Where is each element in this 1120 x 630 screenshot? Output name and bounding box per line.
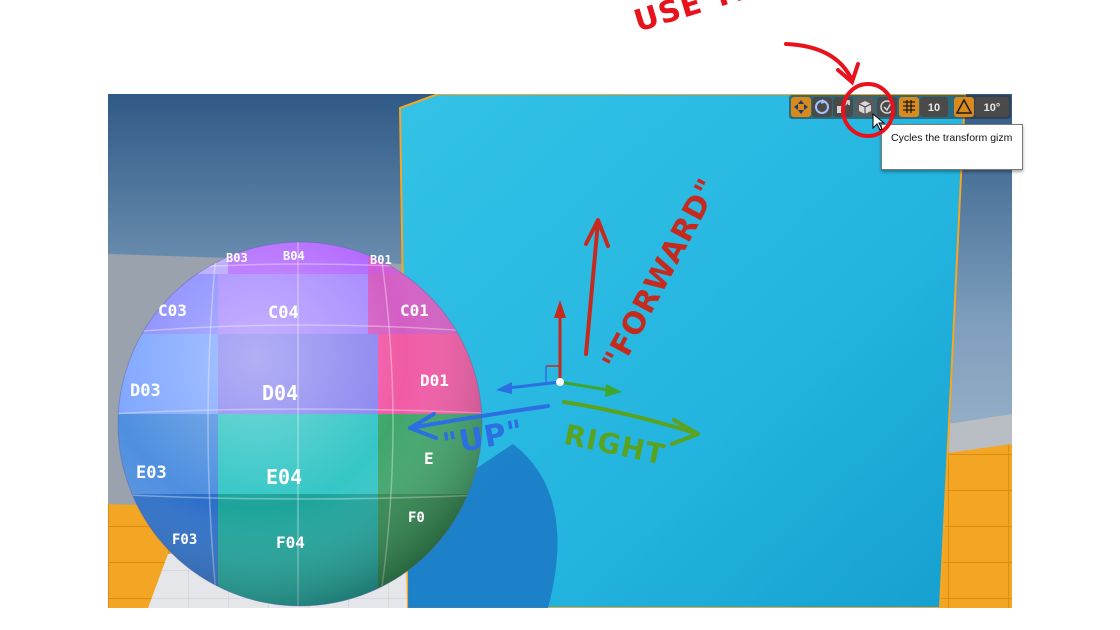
- tile-label-b03: B03: [226, 251, 248, 265]
- tile-label-e01: E: [424, 449, 434, 468]
- viewport-toolbar: 10 10°: [789, 95, 1011, 119]
- grid-snap-toggle[interactable]: [899, 97, 919, 117]
- scale-mode-button[interactable]: [833, 97, 853, 117]
- tile-label-f03: F03: [172, 532, 197, 548]
- tile-label-c01: C01: [400, 301, 429, 320]
- level-viewport[interactable]: B03 B04 B01 C03 C04 C01 D03 D04 D01 E03 …: [108, 94, 1012, 608]
- grid-snap-value-button[interactable]: 10: [920, 97, 948, 117]
- tile-label-c03: C03: [158, 301, 187, 320]
- tooltip-text: Cycles the transform gizm: [891, 132, 1013, 144]
- tile-label-b04: B04: [283, 249, 305, 263]
- rotation-snap-value-button[interactable]: 10°: [975, 97, 1009, 117]
- tile-label-e04: E04: [266, 465, 302, 489]
- gizmo-pivot: [556, 378, 564, 386]
- tile-label-d03: D03: [130, 381, 161, 401]
- grid-snap-value: 10: [928, 102, 940, 114]
- tile-label-e03: E03: [136, 463, 167, 483]
- use-this-arrow: [784, 42, 854, 82]
- tooltip: Cycles the transform gizm: [881, 124, 1023, 170]
- tile-label-d01: D01: [420, 371, 449, 390]
- surface-snapping-button[interactable]: [877, 97, 897, 117]
- translate-mode-button[interactable]: [791, 97, 811, 117]
- tile-label-f01: F0: [408, 510, 425, 526]
- annotation-use-this: USE THIS!: [630, 0, 810, 39]
- rotate-mode-button[interactable]: [812, 97, 832, 117]
- scene-render: B03 B04 B01 C03 C04 C01 D03 D04 D01 E03 …: [108, 94, 1012, 608]
- tile-label-c04: C04: [268, 303, 299, 323]
- tile-label-d04: D04: [262, 381, 298, 405]
- rotation-snap-value: 10°: [984, 102, 1001, 114]
- tile-label-f04: F04: [276, 533, 305, 552]
- rotation-snap-toggle[interactable]: [954, 97, 974, 117]
- coordinate-system-button[interactable]: [855, 97, 875, 117]
- tile-label-b01: B01: [370, 253, 392, 267]
